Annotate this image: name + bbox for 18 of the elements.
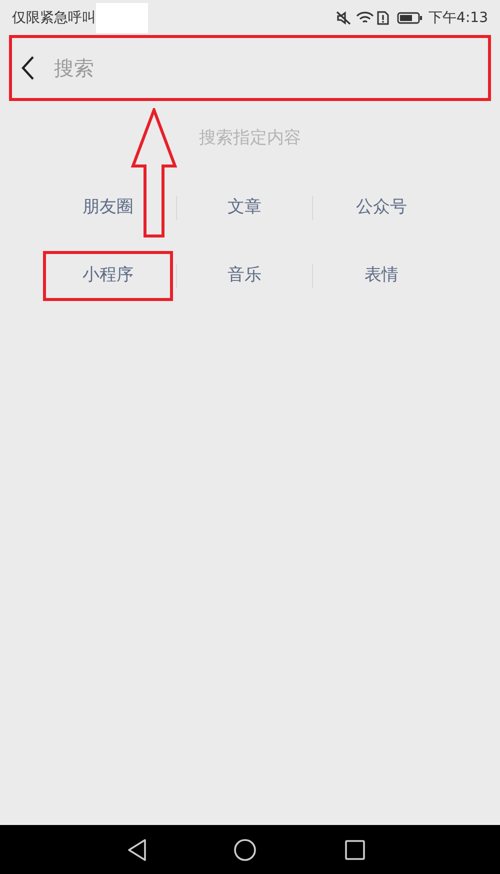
home-nav-icon[interactable] [233, 838, 257, 862]
mute-icon [336, 11, 352, 25]
category-link[interactable]: 朋友圈 [76, 191, 140, 225]
hint-text: 搜索指定内容 [199, 127, 301, 150]
sim-alert-icon [376, 11, 389, 25]
wifi-icon [356, 11, 374, 25]
category-link[interactable]: 公众号 [350, 191, 414, 225]
category-link[interactable]: 表情 [358, 259, 405, 293]
carrier-text: 仅限紧急呼叫 [12, 8, 96, 28]
category-link[interactable]: 小程序 [42, 251, 173, 301]
recents-nav-icon[interactable] [344, 838, 366, 860]
back-icon[interactable] [20, 54, 36, 80]
category-link[interactable]: 文章 [221, 191, 268, 225]
clock-time: 下午4:13 [428, 8, 488, 28]
category-link[interactable]: 音乐 [221, 259, 268, 293]
battery-icon [396, 12, 423, 24]
back-nav-icon[interactable] [126, 838, 148, 862]
search-field[interactable]: 搜索 [54, 52, 480, 82]
